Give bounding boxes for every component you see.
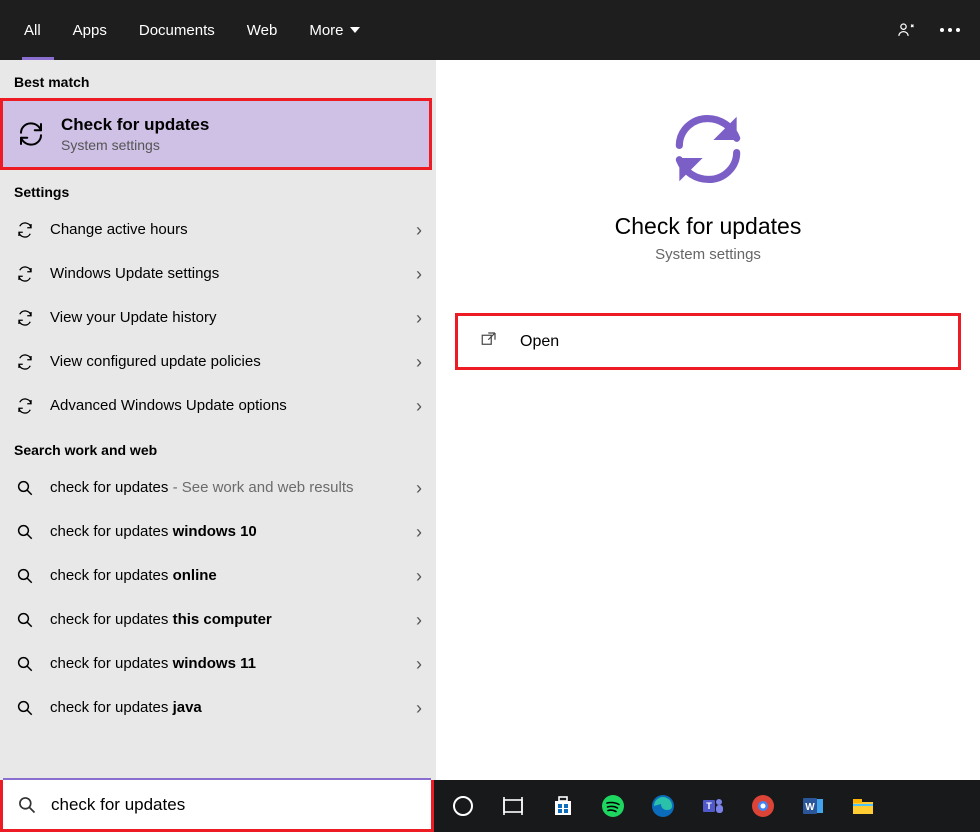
web-item-label: check for updates - See work and web res… [36,478,416,498]
best-match-subtitle: System settings [61,137,209,153]
svg-text:T: T [706,801,712,811]
refresh-icon [14,395,36,417]
refresh-icon [14,307,36,329]
taskbar-edge-icon[interactable] [642,785,684,827]
settings-item-label: Change active hours [36,220,416,240]
detail-title: Check for updates [615,213,802,240]
tab-more[interactable]: More [293,0,375,60]
web-item-label: check for updates windows 10 [36,522,416,542]
best-match-result[interactable]: Check for updates System settings [0,98,432,170]
search-icon [17,795,37,815]
search-results-panel: Best match Check for updates System sett… [0,60,980,780]
taskbar-cortana-icon[interactable] [442,785,484,827]
web-item-see-results[interactable]: check for updates - See work and web res… [0,466,436,510]
taskbar-spotify-icon[interactable] [592,785,634,827]
web-item-online[interactable]: check for updates online › [0,554,436,598]
chevron-right-icon: › [416,264,422,285]
feedback-icon[interactable] [884,8,928,52]
best-match-title: Check for updates [61,115,209,135]
settings-item-change-active-hours[interactable]: Change active hours › [0,208,436,252]
section-label-search-work-web: Search work and web [0,428,436,466]
more-options-icon[interactable] [928,8,972,52]
taskbar-store-icon[interactable] [542,785,584,827]
detail-subtitle: System settings [655,246,761,263]
settings-item-update-history[interactable]: View your Update history › [0,296,436,340]
bottom-bar: T W [0,780,980,832]
chevron-right-icon: › [416,352,422,373]
search-icon [14,609,36,631]
settings-item-label: Windows Update settings [36,264,416,284]
taskbar: T W [434,780,980,832]
chevron-right-icon: › [416,220,422,241]
settings-item-windows-update-settings[interactable]: Windows Update settings › [0,252,436,296]
web-item-label: check for updates this computer [36,610,416,630]
chevron-right-icon: › [416,566,422,587]
web-item-this-computer[interactable]: check for updates this computer › [0,598,436,642]
taskbar-word-icon[interactable]: W [792,785,834,827]
web-item-windows-11[interactable]: check for updates windows 11 › [0,642,436,686]
chevron-right-icon: › [416,396,422,417]
chevron-right-icon: › [416,308,422,329]
settings-item-label: View your Update history [36,308,416,328]
tab-all[interactable]: All [8,0,57,60]
search-icon [14,477,36,499]
settings-item-label: View configured update policies [36,352,416,372]
web-item-java[interactable]: check for updates java › [0,686,436,730]
refresh-icon [14,351,36,373]
section-label-best-match: Best match [0,60,436,98]
settings-item-label: Advanced Windows Update options [36,396,416,416]
tab-web[interactable]: Web [231,0,294,60]
search-icon [14,653,36,675]
settings-item-update-policies[interactable]: View configured update policies › [0,340,436,384]
settings-item-advanced-update-options[interactable]: Advanced Windows Update options › [0,384,436,428]
web-item-label: check for updates online [36,566,416,586]
tab-documents[interactable]: Documents [123,0,231,60]
refresh-icon [14,219,36,241]
search-filter-tabs: All Apps Documents Web More [0,0,980,60]
web-item-label: check for updates java [36,698,416,718]
open-label: Open [498,333,559,351]
chevron-right-icon: › [416,610,422,631]
chevron-right-icon: › [416,698,422,719]
web-item-label: check for updates windows 11 [36,654,416,674]
refresh-icon [14,263,36,285]
web-item-windows-10[interactable]: check for updates windows 10 › [0,510,436,554]
search-icon [14,565,36,587]
refresh-icon [13,116,49,152]
open-external-icon [480,330,498,353]
taskbar-explorer-icon[interactable] [842,785,884,827]
tab-apps[interactable]: Apps [57,0,123,60]
search-input[interactable] [51,795,417,815]
taskbar-chrome-icon[interactable] [742,785,784,827]
open-button[interactable]: Open [455,313,961,370]
svg-text:W: W [805,802,815,813]
chevron-right-icon: › [416,654,422,675]
search-icon [14,697,36,719]
section-label-settings: Settings [0,170,436,208]
chevron-down-icon [350,27,360,33]
taskbar-taskview-icon[interactable] [492,785,534,827]
refresh-icon [665,106,751,197]
search-box[interactable] [0,780,434,832]
search-icon [14,521,36,543]
result-detail-pane: Check for updates System settings Open [436,60,980,780]
chevron-right-icon: › [416,522,422,543]
chevron-right-icon: › [416,478,422,499]
taskbar-teams-icon[interactable]: T [692,785,734,827]
results-list: Best match Check for updates System sett… [0,60,436,780]
